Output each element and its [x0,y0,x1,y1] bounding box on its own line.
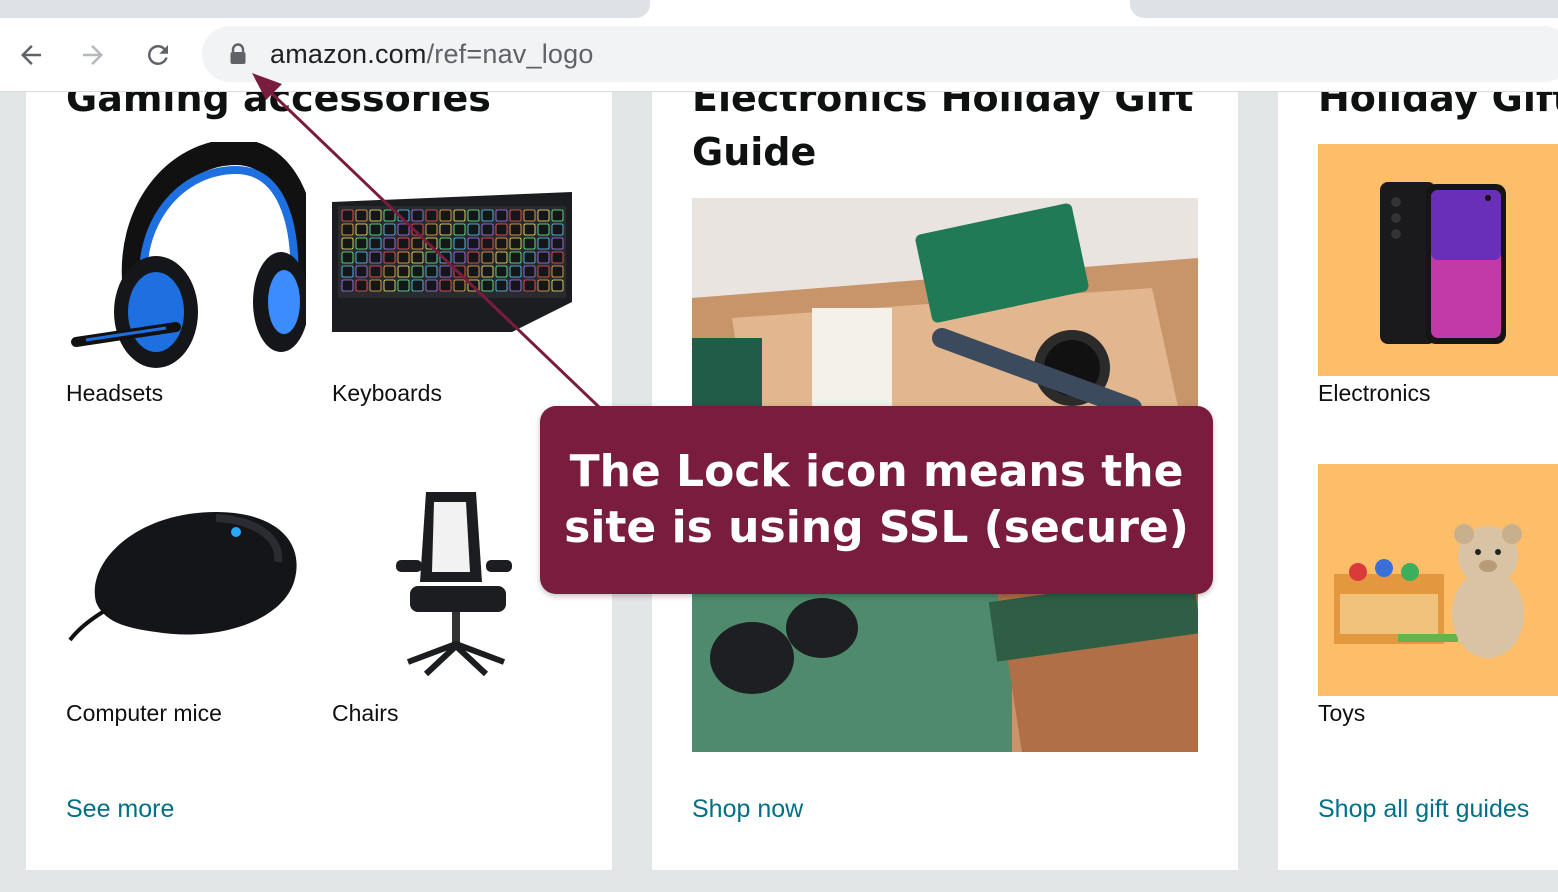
url-host: amazon.com [270,39,427,69]
gaming-accessories-card: Gaming accessories Headsets Keyboards Co… [26,92,612,870]
address-bar[interactable]: amazon.com/ref=nav_logo [202,26,1558,82]
url-path: /ref=nav_logo [426,39,594,69]
tile-label-keyboards[interactable]: Keyboards [332,380,442,407]
electronics-tile[interactable] [1318,144,1558,376]
reload-icon [147,44,168,65]
keyboards-tile[interactable] [332,182,572,342]
back-button[interactable] [14,38,48,72]
annotation-callout: The Lock icon means the site is using SS… [540,406,1213,594]
annotation-text: The Lock icon means the site is using SS… [564,446,1189,553]
tile-label-computer-mice[interactable]: Computer mice [66,700,222,727]
tile-label-headsets[interactable]: Headsets [66,380,163,407]
holiday-gift-card: Holiday Gift Electronics Toys Shop all g… [1278,92,1558,870]
toys-image [1334,524,1524,658]
card-title: Gaming accessories [66,92,491,120]
forward-button[interactable] [76,38,110,72]
browser-tab-left[interactable] [0,0,650,18]
mouse-image [68,512,297,642]
shop-all-gift-guides-link[interactable]: Shop all gift guides [1318,795,1529,824]
lock-icon[interactable] [228,43,248,65]
tile-label-toys[interactable]: Toys [1318,700,1365,727]
toys-tile[interactable] [1318,464,1558,696]
forward-arrow-icon [83,45,103,65]
keyboard-image [332,192,572,332]
see-more-link[interactable]: See more [66,795,174,824]
card-title: Holiday Gift [1318,92,1558,120]
chair-image [396,492,512,677]
headset-image [71,142,306,368]
tile-label-chairs[interactable]: Chairs [332,700,398,727]
phones-image [1380,182,1506,344]
back-arrow-icon [21,45,41,65]
tile-label-electronics[interactable]: Electronics [1318,380,1430,407]
url-text[interactable]: amazon.com/ref=nav_logo [270,36,594,72]
reload-button[interactable] [141,38,175,72]
chairs-tile[interactable] [386,482,526,682]
headsets-tile[interactable] [66,142,306,378]
browser-toolbar: amazon.com/ref=nav_logo [0,18,1558,92]
card-title: Electronics Holiday Gift Guide [692,92,1194,174]
browser-tab-right[interactable] [1130,0,1558,18]
computer-mice-tile[interactable] [66,502,306,652]
shop-now-link[interactable]: Shop now [692,795,803,824]
